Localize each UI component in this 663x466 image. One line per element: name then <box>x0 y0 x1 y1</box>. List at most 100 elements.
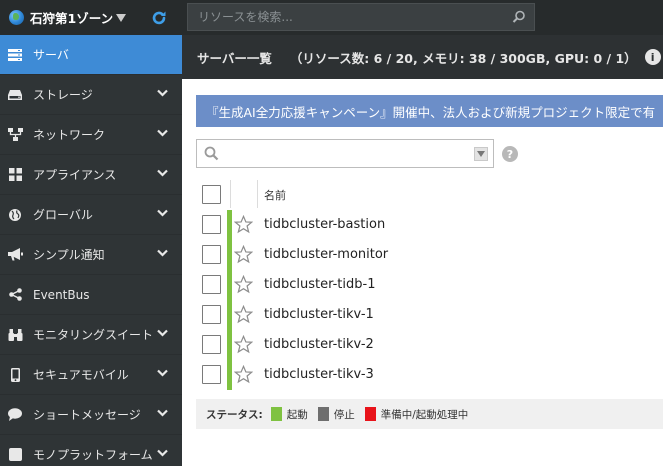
sidebar-item-mono-platform[interactable]: モノプラットフォーム <box>0 435 182 466</box>
legend-swatch <box>270 407 282 421</box>
globe-icon <box>7 207 23 223</box>
server-name[interactable]: tidbcluster-bastion <box>264 217 385 232</box>
status-indicator <box>227 240 232 270</box>
table-row[interactable]: tidbcluster-tikv-3 <box>196 360 663 390</box>
sidebar-item-storage[interactable]: ストレージ <box>0 75 182 115</box>
resource-search-box <box>187 3 535 31</box>
filter-dropdown-button[interactable] <box>474 147 488 161</box>
column-divider <box>257 180 258 208</box>
row-checkbox[interactable] <box>202 215 221 234</box>
row-checkbox[interactable] <box>202 365 221 384</box>
status-indicator <box>227 360 232 390</box>
legend-swatch <box>364 407 376 421</box>
table-row[interactable]: tidbcluster-tikv-2 <box>196 330 663 360</box>
status-legend: ステータス: 起動 停止 準備中/起動処理中 <box>196 399 663 429</box>
campaign-banner-text: 『生成AI全力応援キャンペーン』開催中、法人および新規プロジェクト限定で有 <box>206 104 656 120</box>
select-all-checkbox[interactable] <box>202 185 221 204</box>
status-indicator <box>227 330 232 360</box>
legend-label: 起動 <box>286 408 308 421</box>
table-row[interactable]: tidbcluster-bastion <box>196 210 663 240</box>
server-name[interactable]: tidbcluster-tikv-3 <box>264 367 374 382</box>
chevron-down-icon[interactable] <box>157 129 168 137</box>
sidebar-item-secure-mobile[interactable]: セキュアモバイル <box>0 355 182 395</box>
star-icon[interactable] <box>234 275 253 294</box>
search-icon <box>204 146 219 161</box>
sidebar-item-label: モニタリングスイート <box>33 328 154 342</box>
page-header: サーバー一覧 （リソース数: 6 / 20, メモリ: 38 / 300GB, … <box>182 35 663 79</box>
sidebar-item-appliance[interactable]: アプライアンス <box>0 155 182 195</box>
network-icon <box>7 127 23 143</box>
column-divider <box>230 180 231 208</box>
sidebar-item-simple-notification[interactable]: シンプル通知 <box>0 235 182 275</box>
server-name[interactable]: tidbcluster-tikv-1 <box>264 307 374 322</box>
server-name[interactable]: tidbcluster-tidb-1 <box>264 277 375 292</box>
sidebar-item-server[interactable]: サーバ <box>0 35 182 75</box>
row-checkbox[interactable] <box>202 335 221 354</box>
top-bar: 石狩第1ゾーン <box>0 0 663 35</box>
legend-label: 停止 <box>333 408 355 421</box>
sidebar-item-global[interactable]: グローバル <box>0 195 182 235</box>
chat-bubble-icon <box>7 407 23 423</box>
sidebar-item-monitoring-suite[interactable]: モニタリングスイート <box>0 315 182 355</box>
mobile-icon <box>7 367 23 383</box>
sidebar-item-label: ネットワーク <box>33 128 106 142</box>
page-title: サーバー一覧 <box>197 50 272 66</box>
sidebar-item-label: アプライアンス <box>33 168 117 182</box>
binoculars-icon <box>7 327 23 343</box>
share-icon <box>7 287 23 303</box>
sidebar-item-label: シンプル通知 <box>33 248 105 262</box>
info-icon[interactable]: i <box>644 49 661 65</box>
search-icon[interactable] <box>512 10 526 24</box>
chevron-down-icon[interactable] <box>157 329 168 337</box>
legend-item-preparing: 準備中/起動処理中 <box>364 407 469 422</box>
star-icon[interactable] <box>234 215 253 234</box>
triangle-down-icon <box>477 151 485 157</box>
server-icon <box>7 47 23 63</box>
star-icon[interactable] <box>234 245 253 264</box>
chevron-down-icon[interactable] <box>157 409 168 417</box>
table-row[interactable]: tidbcluster-tidb-1 <box>196 270 663 300</box>
refresh-button[interactable] <box>148 7 170 29</box>
sidebar-item-eventbus[interactable]: EventBus <box>0 275 182 315</box>
sidebar-item-label: グローバル <box>33 208 93 222</box>
sidebar: サーバ ストレージ ネットワーク アプライアンス グローバル シンプル通知 Ev… <box>0 35 182 466</box>
resource-search-input[interactable] <box>188 4 534 30</box>
legend-swatch <box>317 407 329 421</box>
legend-label: 準備中/起動処理中 <box>380 408 469 421</box>
main-content: サーバー一覧 （リソース数: 6 / 20, メモリ: 38 / 300GB, … <box>182 35 663 466</box>
table-row[interactable]: tidbcluster-tikv-1 <box>196 300 663 330</box>
server-name[interactable]: tidbcluster-monitor <box>264 247 388 262</box>
sidebar-item-network[interactable]: ネットワーク <box>0 115 182 155</box>
campaign-banner[interactable]: 『生成AI全力応援キャンペーン』開催中、法人および新規プロジェクト限定で有 <box>196 95 663 127</box>
zone-label: 石狩第1ゾーン <box>30 11 114 26</box>
status-indicator <box>227 210 232 240</box>
sidebar-item-label: ショートメッセージ <box>33 408 141 422</box>
platform-icon <box>7 447 23 463</box>
column-header-name[interactable]: 名前 <box>264 187 286 203</box>
star-icon[interactable] <box>234 365 253 384</box>
server-filter-input[interactable] <box>197 140 493 167</box>
legend-item-stopped: 停止 <box>317 407 355 422</box>
chevron-down-icon[interactable] <box>157 169 168 177</box>
appliance-icon <box>7 167 23 183</box>
table-row[interactable]: tidbcluster-monitor <box>196 240 663 270</box>
globe-icon <box>9 10 24 25</box>
chevron-down-icon[interactable] <box>157 209 168 217</box>
chevron-down-icon[interactable] <box>157 249 168 257</box>
status-indicator <box>227 270 232 300</box>
legend-title: ステータス: <box>206 408 263 421</box>
row-checkbox[interactable] <box>202 305 221 324</box>
chevron-down-icon[interactable] <box>157 89 168 97</box>
sidebar-item-short-message[interactable]: ショートメッセージ <box>0 395 182 435</box>
zone-selector[interactable]: 石狩第1ゾーン <box>0 0 145 35</box>
sidebar-item-label: サーバ <box>33 48 69 62</box>
help-icon[interactable]: ? <box>502 146 518 162</box>
star-icon[interactable] <box>234 305 253 324</box>
chevron-down-icon[interactable] <box>157 369 168 377</box>
star-icon[interactable] <box>234 335 253 354</box>
chevron-down-icon[interactable] <box>157 449 168 457</box>
row-checkbox[interactable] <box>202 245 221 264</box>
row-checkbox[interactable] <box>202 275 221 294</box>
sidebar-item-label: セキュアモバイル <box>33 368 129 382</box>
server-name[interactable]: tidbcluster-tikv-2 <box>264 337 374 352</box>
